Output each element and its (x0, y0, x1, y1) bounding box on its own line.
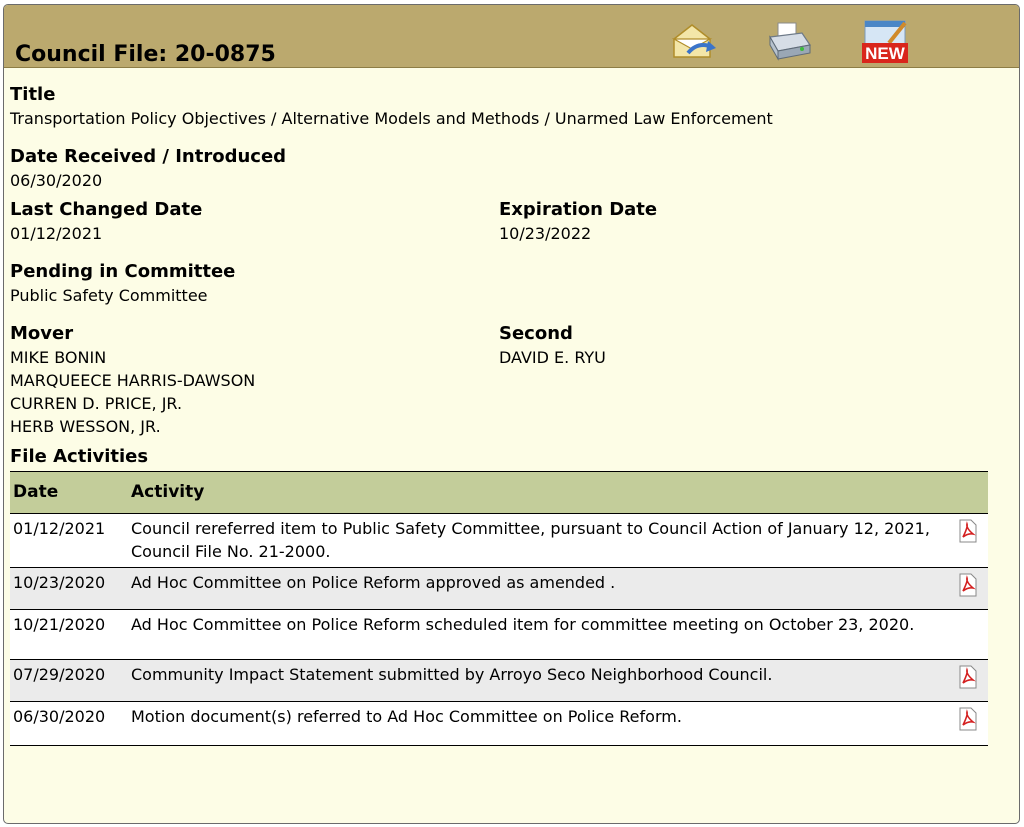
date-received-label: Date Received / Introduced (10, 146, 287, 167)
title-field: Title Transportation Policy Objectives /… (10, 83, 773, 130)
date-received-value: 06/30/2020 (10, 171, 103, 190)
second-label: Second (499, 323, 573, 344)
panel-header: Council File: 20-0875 NEW (4, 5, 1019, 68)
column-header-document (948, 472, 988, 514)
pending-committee-value: Public Safety Committee (10, 286, 208, 305)
activity-date: 10/23/2020 (10, 567, 128, 610)
council-file-panel: Council File: 20-0875 NEW Title Transpor… (3, 4, 1020, 824)
title-value: Transportation Policy Objectives / Alter… (10, 109, 773, 128)
table-row: 06/30/2020 Motion document(s) referred t… (10, 701, 988, 746)
activity-text: Motion document(s) referred to Ad Hoc Co… (128, 701, 948, 746)
mover-name: HERB WESSON, JR. (10, 417, 161, 436)
mover-label: Mover (10, 323, 74, 344)
date-received-field: Date Received / Introduced 06/30/2020 (10, 145, 286, 192)
file-activities-heading: File Activities (10, 446, 149, 467)
pdf-icon[interactable] (958, 519, 978, 549)
mover-name: MARQUEECE HARRIS-DAWSON (10, 371, 256, 390)
table-row: 10/21/2020 Ad Hoc Committee on Police Re… (10, 609, 988, 660)
expiration-field: Expiration Date 10/23/2022 (499, 198, 657, 245)
table-row: 10/23/2020 Ad Hoc Committee on Police Re… (10, 567, 988, 610)
title-label: Title (10, 84, 56, 105)
column-header-activity: Activity (131, 482, 205, 502)
new-icon[interactable]: NEW (859, 17, 909, 63)
activity-text: Community Impact Statement submitted by … (128, 659, 948, 702)
pdf-icon[interactable] (958, 573, 978, 603)
file-activities-table: Date Activity 01/12/2021 Council rerefer… (10, 471, 988, 746)
expiration-label: Expiration Date (499, 199, 658, 220)
mover-field: Mover MIKE BONIN MARQUEECE HARRIS-DAWSON… (10, 322, 255, 438)
activity-date: 06/30/2020 (10, 701, 128, 746)
activity-text: Council rereferred item to Public Safety… (128, 513, 948, 568)
activity-text: Ad Hoc Committee on Police Reform approv… (128, 567, 948, 610)
new-badge-text: NEW (865, 44, 906, 63)
page-title: Council File: 20-0875 (15, 42, 276, 67)
last-changed-label: Last Changed Date (10, 199, 203, 220)
activity-date: 07/29/2020 (10, 659, 128, 702)
print-icon[interactable] (764, 17, 814, 63)
mover-name: MIKE BONIN (10, 348, 107, 367)
activity-date: 01/12/2021 (10, 513, 128, 568)
table-row: 07/29/2020 Community Impact Statement su… (10, 659, 988, 702)
last-changed-field: Last Changed Date 01/12/2021 (10, 198, 202, 245)
table-row: 01/12/2021 Council rereferred item to Pu… (10, 513, 988, 568)
email-icon[interactable] (668, 17, 718, 63)
pending-committee-field: Pending in Committee Public Safety Commi… (10, 260, 235, 307)
mover-name: CURREN D. PRICE, JR. (10, 394, 183, 413)
second-value: DAVID E. RYU (499, 348, 606, 367)
pending-committee-label: Pending in Committee (10, 261, 236, 282)
pdf-icon[interactable] (958, 707, 978, 737)
activity-date: 10/21/2020 (10, 609, 128, 660)
expiration-value: 10/23/2022 (499, 224, 592, 243)
table-header-row: Date Activity (10, 471, 988, 514)
pdf-icon[interactable] (958, 665, 978, 695)
column-header-date: Date (13, 482, 59, 502)
activity-text: Ad Hoc Committee on Police Reform schedu… (128, 609, 948, 660)
last-changed-value: 01/12/2021 (10, 224, 103, 243)
second-field: Second DAVID E. RYU (499, 322, 606, 369)
